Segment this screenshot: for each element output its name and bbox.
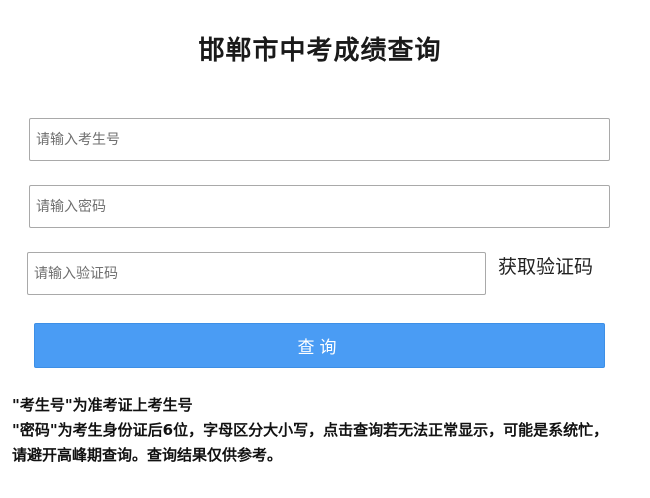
query-button[interactable]: 查询 (34, 323, 605, 368)
get-captcha-link[interactable]: 获取验证码 (498, 252, 593, 279)
student-id-input[interactable] (29, 118, 610, 161)
password-input[interactable] (29, 185, 610, 228)
instructions: "考生号"为准考证上考生号 "密码"为考生身份证后6位，字母区分大小写，点击查询… (12, 393, 622, 468)
password-note: "密码"为考生身份证后6位，字母区分大小写，点击查询若无法正常显示，可能是系统忙… (12, 421, 609, 464)
page-title: 邯郸市中考成绩查询 (198, 36, 442, 66)
captcha-input[interactable] (27, 252, 486, 295)
student-id-note: "考生号"为准考证上考生号 (12, 396, 193, 414)
